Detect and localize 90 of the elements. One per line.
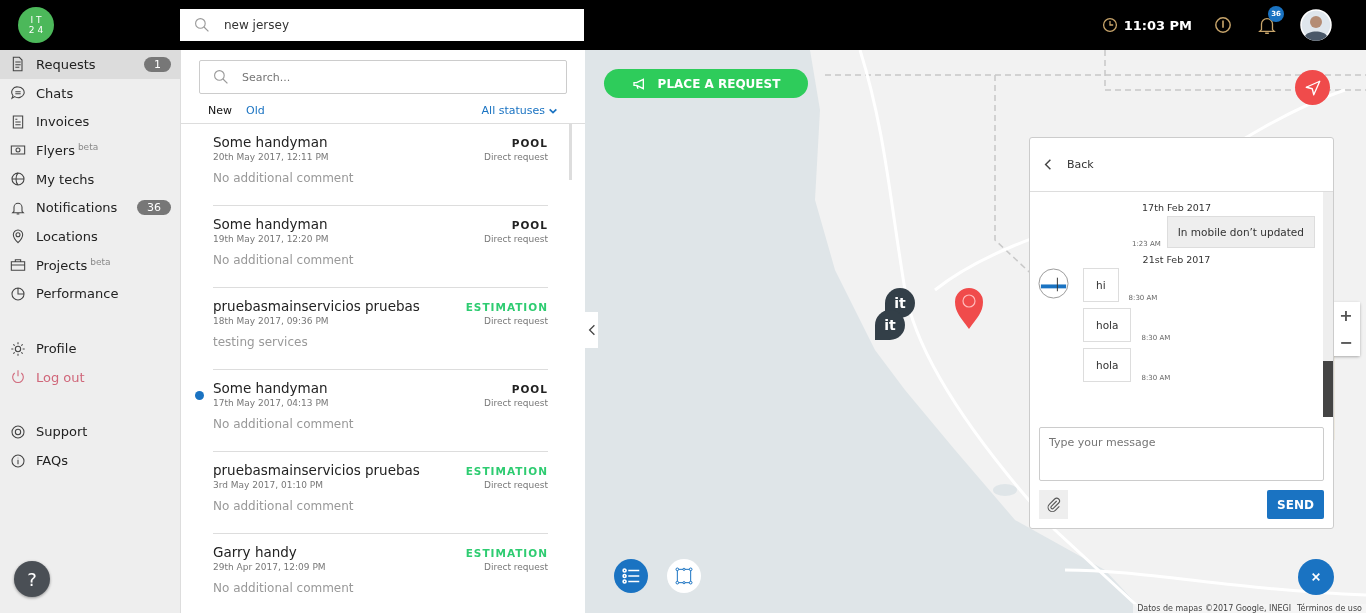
message-bubble: In mobile don’t updated [1166, 216, 1315, 248]
list-icon [620, 565, 642, 587]
request-source: Direct request [483, 480, 548, 490]
gear-icon [10, 340, 26, 357]
navigation-arrow-icon [1303, 78, 1322, 97]
request-date: 19th May 2017, 12:20 PM [213, 234, 329, 244]
avatar[interactable] [1300, 9, 1332, 41]
status-label: POOL [511, 383, 548, 395]
date-separator: 21st Feb 2017 [1141, 254, 1212, 265]
status-label: ESTIMATION [465, 547, 548, 559]
close-icon [1311, 572, 1321, 582]
sidebar-item[interactable]: Chats [0, 78, 180, 108]
terms-link[interactable]: Términos de uso [1297, 604, 1362, 613]
search-field[interactable]: new jersey [180, 9, 584, 41]
attach-button[interactable] [1039, 490, 1068, 519]
info-icon [10, 452, 26, 469]
filter-tab[interactable]: Old [246, 104, 265, 117]
request-comment: No additional comment [213, 253, 355, 267]
request-date: 17th May 2017, 04:13 PM [213, 398, 329, 408]
location-pin-icon[interactable] [953, 286, 985, 330]
search-icon [213, 69, 229, 85]
sidebar-item[interactable]: Performance [0, 279, 180, 309]
status-label: ESTIMATION [465, 301, 548, 313]
invoice-icon [10, 113, 26, 130]
chat-bubble-icon [10, 85, 26, 102]
back-button[interactable]: Back [1044, 158, 1094, 171]
status-label: POOL [511, 137, 548, 149]
search-icon [194, 17, 210, 33]
request-title[interactable]: Some handyman [213, 134, 328, 150]
message-input[interactable]: Type your message [1039, 427, 1324, 481]
search-field[interactable]: Search... [199, 60, 567, 94]
message-bubble: hola [1083, 308, 1132, 342]
message-bubble: hola [1083, 348, 1132, 382]
sidebar-item[interactable]: Locations [0, 222, 180, 251]
request-comment: No additional comment [213, 581, 355, 595]
request-date: 3rd May 2017, 01:10 PM [213, 480, 323, 490]
help-button[interactable]: ? [14, 561, 50, 597]
status-label: POOL [511, 219, 548, 231]
sidebar-item[interactable]: Profile [0, 334, 180, 363]
scrollbar[interactable] [569, 124, 572, 180]
pie-chart-icon [10, 285, 26, 302]
scrollbar[interactable] [1323, 192, 1333, 417]
request-title[interactable]: Some handyman [213, 380, 328, 396]
date-separator: 17th Feb 2017 [1141, 202, 1212, 213]
status-label: ESTIMATION [465, 465, 548, 477]
request-comment: No additional comment [213, 499, 355, 513]
request-comment: No additional comment [213, 171, 355, 185]
map-attribution: Datos de mapas ©2017 Google, INEGI [1137, 604, 1292, 613]
chevron-left-icon [1044, 158, 1052, 171]
sidebar-item[interactable]: Notifications 36 [0, 193, 180, 223]
request-source: Direct request [483, 234, 548, 244]
send-button[interactable]: SEND [1267, 490, 1324, 519]
sidebar-item[interactable]: Requests 1 [0, 50, 180, 79]
selection-frame-icon [674, 566, 694, 586]
sidebar-item[interactable]: Invoices [0, 107, 180, 137]
request-source: Direct request [483, 398, 548, 408]
message-bubble: hi [1083, 268, 1119, 302]
sidebar-item[interactable]: Projects $^{beta}$ [0, 250, 180, 280]
request-title[interactable]: pruebasmainservicios pruebas [213, 462, 420, 478]
status-filter[interactable]: All statuses [481, 104, 558, 117]
collapse-button[interactable] [585, 312, 598, 348]
power-icon [10, 369, 26, 386]
request-date: 20th May 2017, 12:11 PM [213, 152, 329, 162]
request-source: Direct request [483, 152, 548, 162]
filter-tab[interactable]: New [208, 104, 232, 117]
request-date: 18th May 2017, 09:36 PM [213, 316, 329, 326]
request-comment: No additional comment [213, 417, 355, 431]
zoom-in-button[interactable]: + [1332, 302, 1360, 329]
sidebar-item[interactable]: Flyers $^{beta}$ [0, 136, 180, 165]
zoom-out-button[interactable]: − [1332, 329, 1360, 356]
request-date: 29th Apr 2017, 12:09 PM [213, 562, 326, 572]
request-source: Direct request [483, 562, 548, 572]
request-source: Direct request [483, 316, 548, 326]
document-icon [10, 56, 26, 73]
chevron-left-icon [587, 323, 596, 337]
globe-icon [10, 171, 26, 188]
sidebar-item[interactable]: My techs [0, 164, 180, 194]
request-title[interactable]: Some handyman [213, 216, 328, 232]
briefcase-icon [10, 257, 26, 274]
request-title[interactable]: Garry handy [213, 544, 297, 560]
clock-icon [1101, 17, 1118, 33]
lifebuoy-icon [10, 423, 26, 440]
request-comment: testing services [213, 335, 309, 349]
gauge-icon[interactable] [1214, 16, 1232, 34]
clock-time: 11:03 PM [1123, 17, 1192, 33]
sidebar-item[interactable]: FAQs [0, 446, 180, 475]
request-title[interactable]: pruebasmainservicios pruebas [213, 298, 420, 314]
location-pin-icon [10, 228, 26, 245]
paperclip-icon [1045, 496, 1062, 513]
sidebar-item[interactable]: Support [0, 417, 180, 447]
